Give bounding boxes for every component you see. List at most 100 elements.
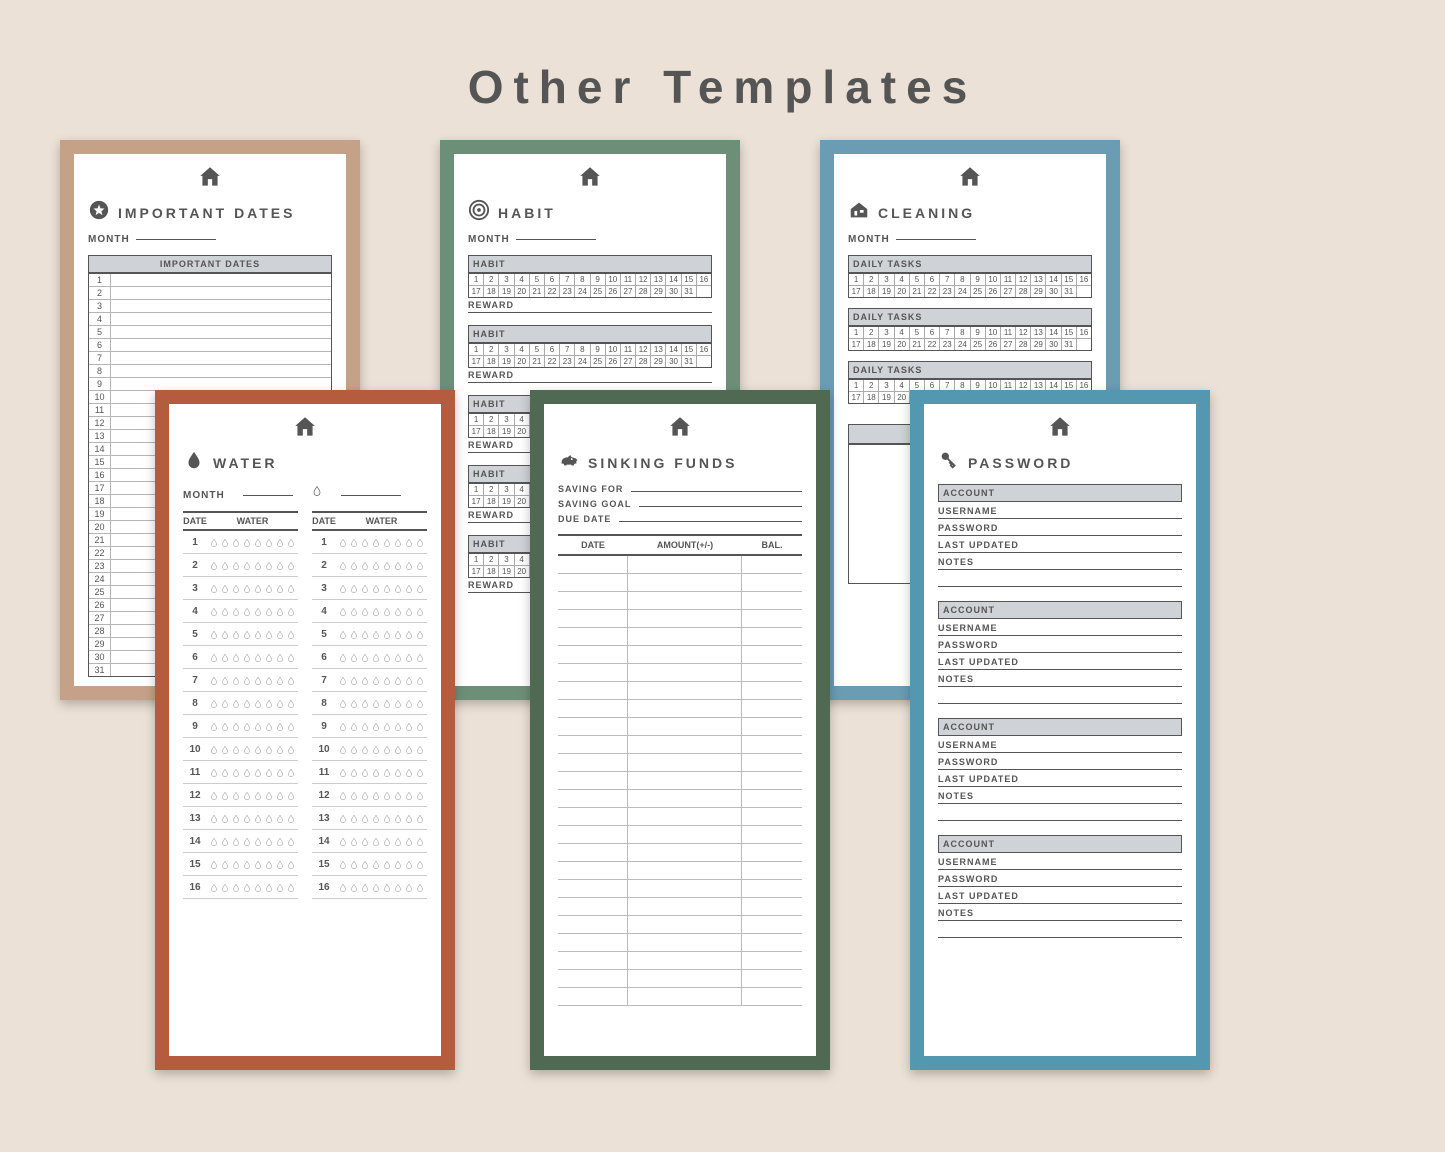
- water-row: 5: [183, 623, 298, 646]
- sinking-title: SINKING FUNDS: [588, 455, 737, 471]
- account-label: ACCOUNT: [938, 601, 1182, 619]
- card-sinking-funds: SINKING FUNDS SAVING FOR SAVING GOAL DUE…: [530, 390, 830, 1070]
- month-label: MONTH: [848, 234, 890, 245]
- password-field-label: USERNAME: [938, 619, 1182, 636]
- sink-rows: [558, 556, 802, 1006]
- home-icon: [468, 164, 712, 195]
- home-icon: [558, 414, 802, 445]
- sink-amount-header: AMOUNT(+/-): [628, 540, 742, 550]
- water-title: WATER: [213, 455, 278, 471]
- sink-bal-header: BAL.: [742, 540, 802, 550]
- sink-date-header: DATE: [558, 540, 628, 550]
- underline: [631, 491, 802, 492]
- table-row: [558, 754, 802, 772]
- water-row: 8: [312, 692, 427, 715]
- water-row: 7: [312, 669, 427, 692]
- home-icon: [848, 164, 1092, 195]
- key-icon: [938, 449, 960, 476]
- password-field-label: PASSWORD: [938, 636, 1182, 653]
- water-row: 12: [183, 784, 298, 807]
- password-field-label: USERNAME: [938, 502, 1182, 519]
- month-label: MONTH: [88, 234, 130, 245]
- water-row: 9: [312, 715, 427, 738]
- table-row: [558, 682, 802, 700]
- water-row: 10: [312, 738, 427, 761]
- target-icon: [468, 199, 490, 226]
- password-blocks: ACCOUNTUSERNAMEPASSWORDLAST UPDATEDNOTES…: [938, 484, 1182, 938]
- habit-block: HABIT12345678910111213141516171819202122…: [468, 325, 712, 383]
- password-block: ACCOUNTUSERNAMEPASSWORDLAST UPDATEDNOTES: [938, 718, 1182, 821]
- table-row: [558, 862, 802, 880]
- table-row: [558, 772, 802, 790]
- water-row: 15: [312, 853, 427, 876]
- list-item: 3: [89, 299, 331, 312]
- table-row: [558, 664, 802, 682]
- water-row: 14: [183, 830, 298, 853]
- water-row: 2: [312, 554, 427, 577]
- habit-label: HABIT: [468, 255, 712, 273]
- table-row: [558, 826, 802, 844]
- water-row: 1: [183, 531, 298, 554]
- water-date-header: DATE: [312, 516, 336, 526]
- password-field-label: NOTES: [938, 553, 1182, 570]
- saving-goal-label: SAVING GOAL: [558, 499, 631, 509]
- table-row: [558, 700, 802, 718]
- table-row: [558, 790, 802, 808]
- month-underline: [243, 495, 293, 496]
- water-row: 4: [312, 600, 427, 623]
- month-label: MONTH: [468, 234, 510, 245]
- password-block: ACCOUNTUSERNAMEPASSWORDLAST UPDATEDNOTES: [938, 835, 1182, 938]
- goal-underline: [341, 495, 401, 496]
- table-row: [558, 916, 802, 934]
- account-label: ACCOUNT: [938, 835, 1182, 853]
- month-label: MONTH: [183, 490, 225, 501]
- table-row: [558, 844, 802, 862]
- water-date-header: DATE: [183, 516, 207, 526]
- table-row: [558, 718, 802, 736]
- table-row: [558, 970, 802, 988]
- list-item: 5: [89, 325, 331, 338]
- password-field-label: NOTES: [938, 904, 1182, 921]
- card-water: WATER MONTH DATE WATER 12345678910111213…: [155, 390, 455, 1070]
- water-water-header: WATER: [207, 516, 298, 526]
- month-underline: [136, 239, 216, 240]
- password-field-label: NOTES: [938, 787, 1182, 804]
- password-field-label: PASSWORD: [938, 519, 1182, 536]
- account-label: ACCOUNT: [938, 718, 1182, 736]
- cleaning-title: CLEANING: [878, 205, 975, 221]
- water-row: 6: [183, 646, 298, 669]
- underline: [619, 521, 802, 522]
- habit-label: HABIT: [468, 325, 712, 343]
- water-row: 2: [183, 554, 298, 577]
- account-label: ACCOUNT: [938, 484, 1182, 502]
- water-row: 12: [312, 784, 427, 807]
- water-row: 10: [183, 738, 298, 761]
- password-block: ACCOUNTUSERNAMEPASSWORDLAST UPDATEDNOTES: [938, 601, 1182, 704]
- table-row: [558, 934, 802, 952]
- card-password: PASSWORD ACCOUNTUSERNAMEPASSWORDLAST UPD…: [910, 390, 1210, 1070]
- password-block: ACCOUNTUSERNAMEPASSWORDLAST UPDATEDNOTES: [938, 484, 1182, 587]
- password-field-label: LAST UPDATED: [938, 653, 1182, 670]
- list-item: 9: [89, 377, 331, 390]
- table-row: [558, 898, 802, 916]
- saving-for-label: SAVING FOR: [558, 484, 623, 494]
- number-grid: 1234567891011121314151617181920212223242…: [848, 273, 1092, 298]
- habit-block: HABIT12345678910111213141516171819202122…: [468, 255, 712, 313]
- password-field-label: PASSWORD: [938, 753, 1182, 770]
- table-row: [558, 736, 802, 754]
- piggy-icon: [558, 449, 580, 476]
- water-row: 5: [312, 623, 427, 646]
- cleaning-blocks: DAILY TASKS12345678910111213141516171819…: [848, 255, 1092, 404]
- water-row: 7: [183, 669, 298, 692]
- table-row: [558, 646, 802, 664]
- home-icon: [938, 414, 1182, 445]
- water-col-left: 12345678910111213141516: [183, 531, 298, 899]
- due-date-label: DUE DATE: [558, 514, 611, 524]
- water-row: 16: [312, 876, 427, 899]
- water-row: 6: [312, 646, 427, 669]
- daily-tasks-label: DAILY TASKS: [848, 255, 1092, 273]
- water-row: 15: [183, 853, 298, 876]
- password-field-label: USERNAME: [938, 736, 1182, 753]
- home-icon: [183, 414, 427, 445]
- important-list-header: IMPORTANT DATES: [88, 255, 332, 273]
